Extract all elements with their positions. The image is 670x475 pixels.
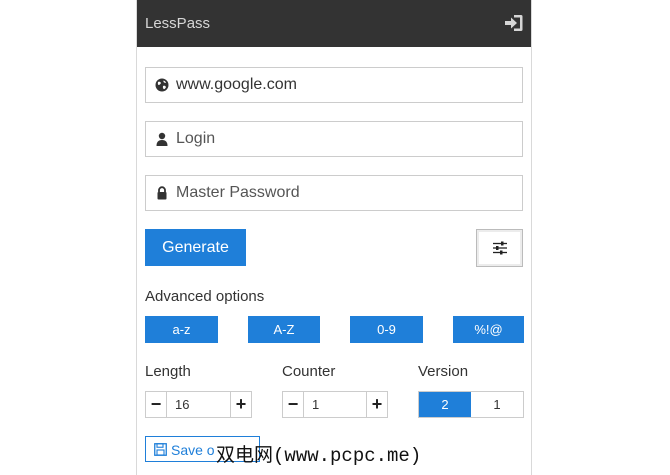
user-icon: [155, 132, 169, 146]
sign-in-icon[interactable]: [503, 12, 525, 34]
globe-icon: [155, 78, 169, 92]
floppy-icon: [154, 443, 167, 456]
watermark-cjk: 双电网: [216, 444, 274, 466]
charset-uppercase-button[interactable]: A-Z: [248, 316, 320, 343]
counter-decrement-button[interactable]: −: [283, 392, 303, 417]
counter-increment-button[interactable]: +: [367, 392, 387, 417]
counter-value[interactable]: 1: [303, 392, 367, 417]
watermark-text: 双电网(www.pcpc.me): [216, 440, 421, 467]
counter-stepper: − 1 +: [282, 391, 388, 418]
version-2-button[interactable]: 2: [419, 392, 471, 417]
master-password-input[interactable]: [176, 177, 516, 209]
version-selector: 2 1: [418, 391, 524, 418]
lesspass-panel: LessPass www.google.com Login Generate A…: [136, 0, 532, 475]
app-title: LessPass: [145, 15, 211, 32]
options-toggle-button[interactable]: [476, 229, 523, 267]
counter-label: Counter: [282, 363, 336, 380]
length-label: Length: [145, 363, 191, 380]
login-input[interactable]: [176, 123, 516, 155]
site-field[interactable]: [145, 67, 523, 103]
version-label: Version: [418, 363, 469, 380]
watermark-url: (www.pcpc.me): [273, 445, 422, 467]
length-value[interactable]: 16: [166, 392, 231, 417]
advanced-options-label: Advanced options: [145, 288, 265, 305]
length-decrement-button[interactable]: −: [146, 392, 166, 417]
charset-numbers-button[interactable]: 0-9: [350, 316, 423, 343]
length-stepper: − 16 +: [145, 391, 252, 418]
charset-symbols-button[interactable]: %!@: [453, 316, 524, 343]
version-1-button[interactable]: 1: [471, 392, 523, 417]
save-options-label: Save o: [171, 442, 215, 458]
site-input[interactable]: [176, 69, 516, 101]
length-increment-button[interactable]: +: [231, 392, 251, 417]
login-field[interactable]: [145, 121, 523, 157]
generate-button[interactable]: Generate: [145, 229, 246, 266]
master-password-field[interactable]: [145, 175, 523, 211]
charset-lowercase-button[interactable]: a-z: [145, 316, 218, 343]
sliders-icon: [493, 241, 507, 255]
lock-icon: [155, 186, 169, 200]
app-header: LessPass: [137, 0, 531, 47]
